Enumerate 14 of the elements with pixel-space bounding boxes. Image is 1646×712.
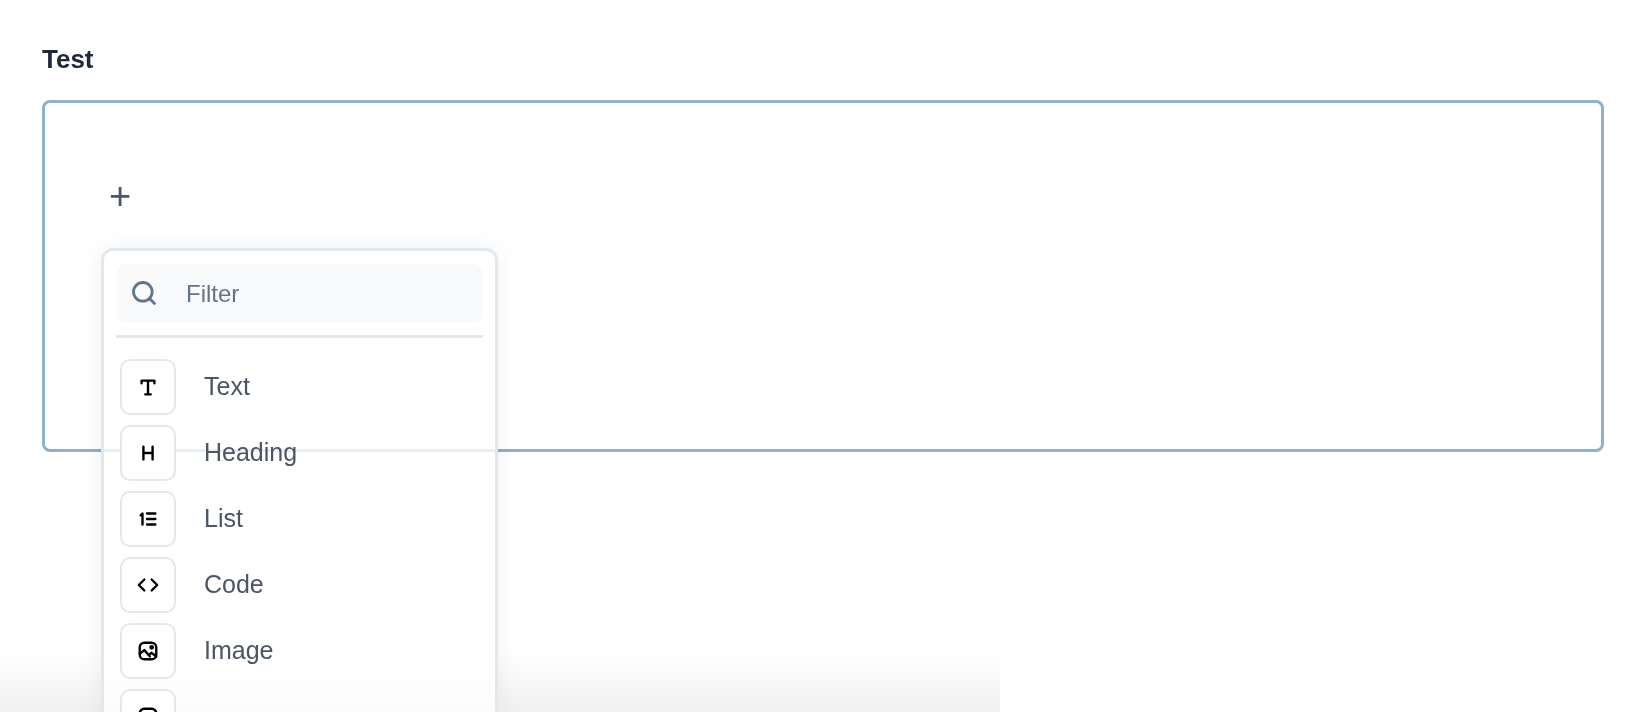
- image-icon: [137, 640, 159, 662]
- block-type-label: Code: [204, 569, 264, 601]
- text-icon: [137, 376, 159, 398]
- editor-title: Test: [42, 44, 95, 74]
- block-type-label: Text: [204, 371, 250, 403]
- search-icon: [130, 279, 158, 307]
- block-type-label: Image: [204, 635, 274, 667]
- add-block-button[interactable]: +: [109, 181, 132, 211]
- filter-field[interactable]: Filter: [116, 264, 483, 323]
- block-menu-item[interactable]: Text: [116, 359, 483, 415]
- block-menu-item[interactable]: Code: [116, 557, 483, 613]
- block-menu-item[interactable]: Image: [116, 623, 483, 679]
- block-menu-item[interactable]: List: [116, 491, 483, 547]
- block-type-label: List: [204, 503, 243, 535]
